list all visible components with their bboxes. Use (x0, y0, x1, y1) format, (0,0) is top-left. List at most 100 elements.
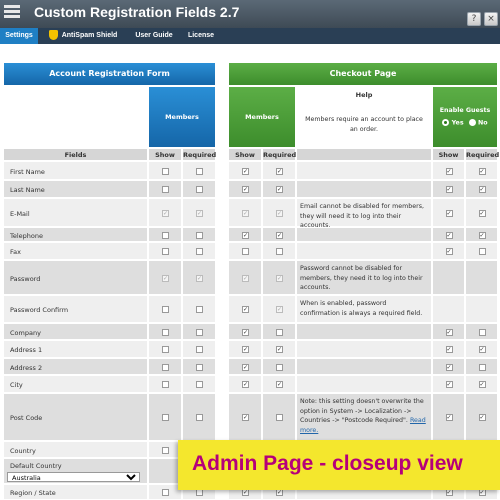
checkbox[interactable]: ✓ (276, 489, 283, 496)
checkbox[interactable] (276, 363, 283, 371)
checkbox[interactable]: ✓ (445, 381, 453, 388)
checkbox[interactable] (162, 186, 169, 193)
checkbox: ✓ (196, 209, 203, 217)
checkbox[interactable]: ✓ (478, 489, 486, 496)
checkbox[interactable] (162, 248, 169, 255)
checkbox[interactable]: ✓ (242, 489, 249, 496)
col-fields: Fields (3, 148, 148, 161)
checkbox[interactable] (276, 414, 283, 421)
checkbox[interactable]: ✓ (242, 381, 249, 388)
tab-license[interactable]: License (182, 28, 220, 44)
cell-memR (262, 393, 296, 441)
checkbox[interactable] (196, 346, 203, 353)
checkbox[interactable] (478, 248, 486, 255)
checkbox[interactable]: ✓ (445, 186, 453, 193)
checkbox[interactable]: ✓ (478, 209, 486, 217)
col-help (296, 148, 432, 161)
checkbox[interactable] (196, 381, 203, 388)
checkbox[interactable] (196, 167, 203, 175)
checkbox[interactable]: ✓ (445, 414, 453, 421)
cell-memS: ✓ (228, 198, 262, 227)
menu-icon[interactable] (4, 5, 20, 23)
checkbox[interactable]: ✓ (445, 209, 453, 217)
checkbox[interactable]: ✓ (445, 363, 453, 371)
checkbox[interactable] (162, 231, 169, 239)
checkbox[interactable] (196, 363, 203, 371)
title-bar: Custom Registration Fields 2.7 ? × (0, 0, 500, 28)
checkbox[interactable]: ✓ (242, 186, 249, 193)
checkbox[interactable] (162, 167, 169, 175)
help-title: Help (355, 91, 373, 99)
checkbox[interactable] (196, 306, 203, 313)
checkbox[interactable] (162, 414, 169, 421)
checkbox[interactable]: ✓ (445, 167, 453, 175)
tab-user-guide[interactable]: User Guide (128, 28, 180, 44)
cell-accS (148, 358, 182, 375)
tab-antispam-shield[interactable]: AntiSpam Shield (42, 28, 124, 44)
checkbox[interactable]: ✓ (445, 489, 453, 496)
checkbox[interactable] (162, 446, 169, 454)
checkbox[interactable]: ✓ (445, 346, 453, 353)
checkbox[interactable] (478, 328, 486, 336)
checkbox[interactable]: ✓ (478, 231, 486, 239)
checkbox[interactable]: ✓ (276, 346, 283, 353)
guests-yes-radio[interactable] (442, 119, 450, 126)
checkbox[interactable]: ✓ (276, 186, 283, 193)
checkbox[interactable]: ✓ (445, 231, 453, 239)
checkbox[interactable] (162, 381, 169, 388)
checkbox[interactable]: ✓ (276, 231, 283, 239)
checkbox[interactable]: ✓ (276, 167, 283, 175)
cell-gR: ✓ (465, 161, 498, 180)
checkbox[interactable]: ✓ (478, 346, 486, 353)
checkbox[interactable] (276, 248, 283, 255)
checkbox[interactable] (196, 248, 203, 255)
checkbox: ✓ (276, 209, 283, 217)
checkbox[interactable] (196, 231, 203, 239)
field-row-2: E-Mail (3, 198, 148, 227)
checkbox[interactable]: ✓ (478, 186, 486, 193)
checkbox[interactable]: ✓ (242, 346, 249, 353)
checkbox[interactable] (162, 363, 169, 371)
checkbox[interactable] (196, 489, 203, 496)
default-country-select[interactable]: Australia (7, 472, 140, 482)
checkbox[interactable] (196, 414, 203, 421)
cell-accS (148, 484, 182, 500)
checkbox[interactable]: ✓ (242, 167, 249, 175)
checkbox[interactable] (196, 328, 203, 336)
field-row-13: Default Country Australia (3, 458, 148, 484)
checkbox[interactable]: ✓ (242, 306, 249, 313)
checkbox[interactable]: ✓ (478, 414, 486, 421)
checkbox[interactable] (162, 489, 169, 496)
field-label: E-Mail (10, 209, 30, 218)
checkbox[interactable]: ✓ (242, 414, 249, 421)
checkbox[interactable] (162, 328, 169, 336)
cell-accR (182, 161, 216, 180)
checkbox[interactable] (162, 306, 169, 313)
close-button[interactable]: × (484, 12, 498, 26)
help-cell: Password cannot be disabled for members,… (296, 260, 432, 295)
checkbox[interactable] (162, 346, 169, 353)
guests-no-radio[interactable] (468, 119, 476, 126)
cell-gS: ✓ (432, 242, 465, 260)
checkbox[interactable] (242, 248, 249, 255)
checkbox[interactable]: ✓ (242, 328, 249, 336)
field-row-6: Password Confirm (3, 295, 148, 323)
cell-memS: ✓ (228, 358, 262, 375)
checkbox[interactable] (196, 186, 203, 193)
checkbox[interactable]: ✓ (445, 248, 453, 255)
checkbox[interactable] (478, 363, 486, 371)
checkbox[interactable]: ✓ (478, 381, 486, 388)
checkbox[interactable]: ✓ (478, 167, 486, 175)
checkbox[interactable] (276, 328, 283, 336)
checkbox[interactable]: ✓ (445, 328, 453, 336)
checkbox[interactable]: ✓ (276, 381, 283, 388)
cell-memS: ✓ (228, 340, 262, 358)
cell-gS: ✓ (432, 358, 465, 375)
cell-accS (148, 227, 182, 242)
checkbox[interactable]: ✓ (242, 363, 249, 371)
tab-settings[interactable]: Settings (0, 28, 38, 44)
checkbox[interactable]: ✓ (242, 231, 249, 239)
help-button[interactable]: ? (467, 12, 481, 26)
checkout-header: Checkout Page (228, 62, 498, 86)
field-row-5: Password (3, 260, 148, 295)
